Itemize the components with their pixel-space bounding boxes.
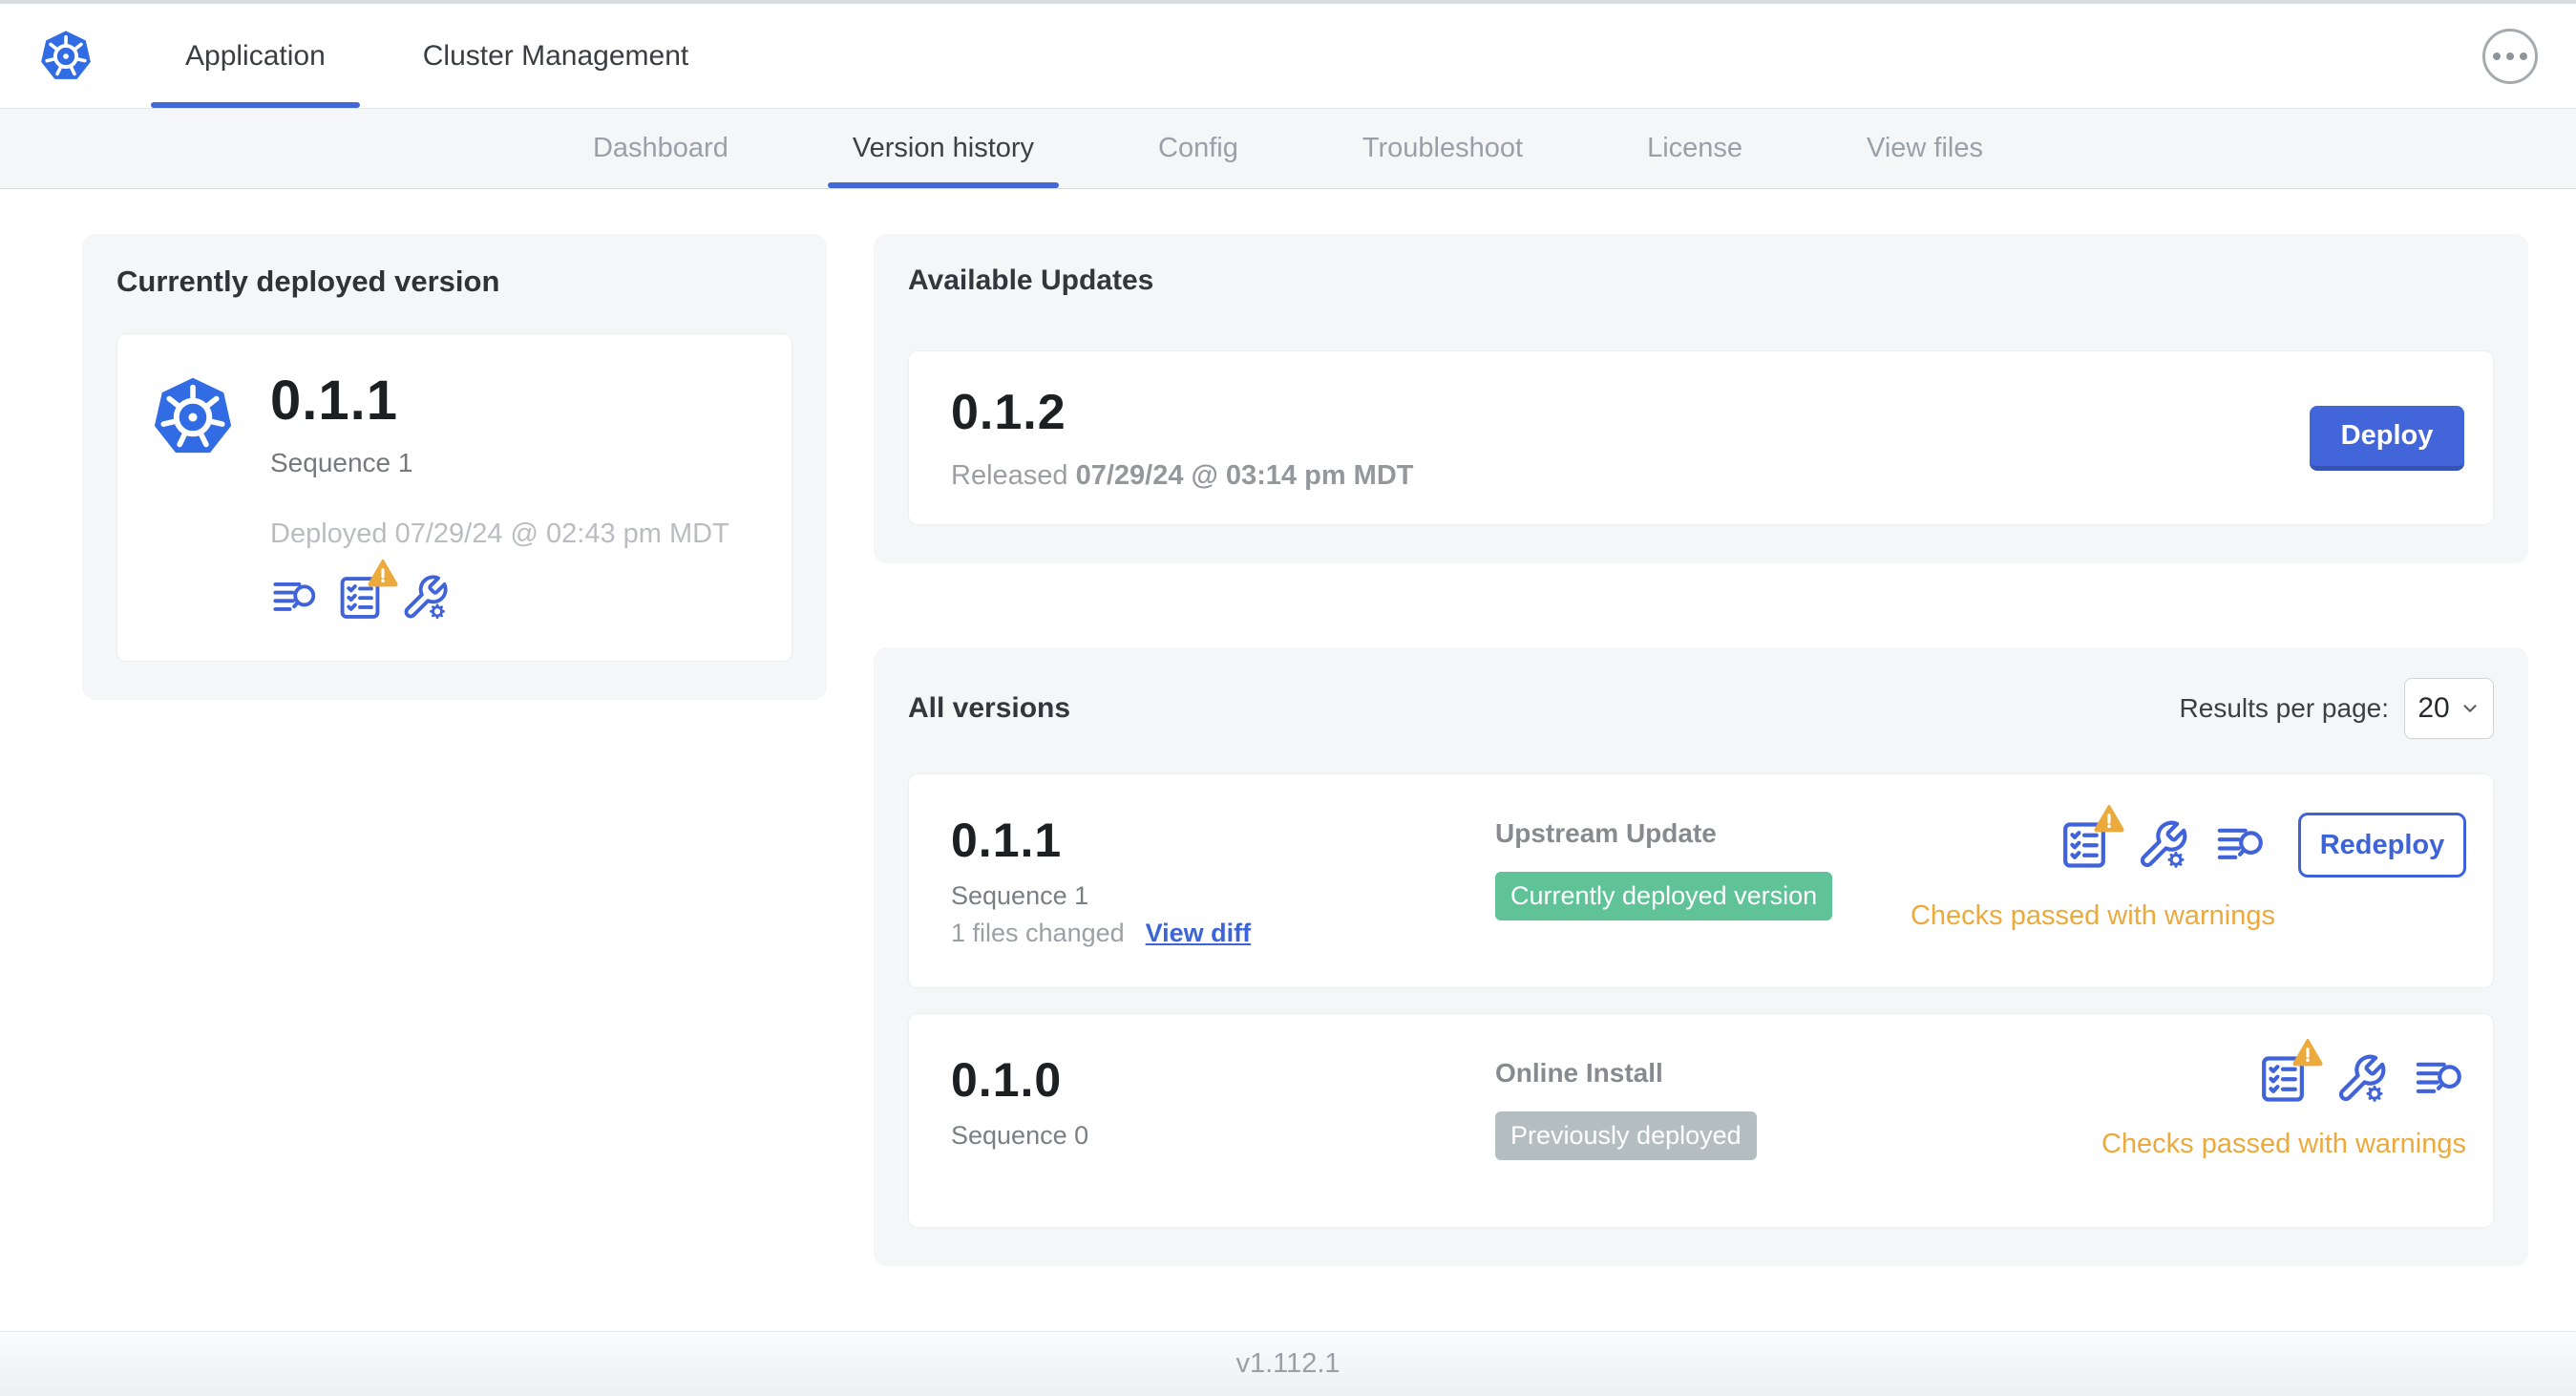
redeploy-button[interactable]: Redeploy	[2298, 813, 2466, 878]
app-footer: v1.112.1	[0, 1331, 2576, 1396]
row-sequence-label: Sequence 0	[951, 1121, 1089, 1150]
top-navigation-bar: Application Cluster Management	[0, 4, 2576, 109]
row-source-label: Upstream Update	[1495, 818, 1717, 848]
top-tabs: Application Cluster Management	[151, 4, 723, 108]
row-sequence-label: Sequence 1	[951, 881, 1089, 910]
config-wrench-gear-icon[interactable]	[2136, 818, 2189, 872]
console-version-label: v1.112.1	[1235, 1348, 1341, 1379]
diff-lines-magnifier-icon[interactable]	[270, 573, 320, 623]
results-per-page-select[interactable]: 20	[2404, 678, 2494, 739]
preflight-checklist-warning-icon[interactable]	[335, 559, 398, 623]
available-updates-panel: Available Updates 0.1.2 Released 07/29/2…	[874, 234, 2528, 563]
row-source-label: Online Install	[1495, 1058, 1663, 1088]
preflight-status-link[interactable]: Checks passed with warnings	[2101, 1129, 2466, 1160]
available-updates-title: Available Updates	[908, 264, 1154, 296]
subnav-tab-config[interactable]: Config	[1133, 109, 1263, 188]
update-released-timestamp: Released 07/29/24 @ 03:14 pm MDT	[951, 460, 1413, 492]
preflight-checklist-warning-icon[interactable]	[2256, 1038, 2323, 1106]
subnav-tab-license[interactable]: License	[1622, 109, 1767, 188]
all-versions-title: All versions	[908, 692, 1071, 724]
ellipsis-menu-icon[interactable]	[2482, 28, 2538, 84]
main-content: Currently deployed version 0.1.1 Sequenc…	[0, 189, 2576, 1266]
current-sequence-label: Sequence 1	[270, 448, 413, 477]
results-per-page-label: Results per page:	[2179, 693, 2389, 723]
warning-triangle-icon	[2094, 804, 2124, 833]
tab-cluster-management[interactable]: Cluster Management	[389, 4, 723, 108]
currently-deployed-panel: Currently deployed version 0.1.1 Sequenc…	[82, 234, 827, 700]
preflight-status-link[interactable]: Checks passed with warnings	[1911, 900, 2466, 932]
version-row-0-1-0: 0.1.0 Sequence 0 Online Install Previous…	[908, 1013, 2494, 1228]
currently-deployed-title: Currently deployed version	[116, 264, 500, 298]
diff-lines-magnifier-icon[interactable]	[2214, 818, 2268, 872]
available-update-row: 0.1.2 Released 07/29/24 @ 03:14 pm MDT D…	[908, 350, 2494, 525]
currently-deployed-badge: Currently deployed version	[1495, 872, 1833, 920]
preflight-checklist-warning-icon[interactable]	[2058, 804, 2124, 872]
row-version-number: 0.1.0	[951, 1053, 1063, 1107]
previously-deployed-badge: Previously deployed	[1495, 1111, 1757, 1160]
view-diff-link[interactable]: View diff	[1146, 919, 1252, 948]
results-per-page-value: 20	[2418, 692, 2450, 724]
diff-lines-magnifier-icon[interactable]	[2413, 1052, 2466, 1106]
update-version-number: 0.1.2	[951, 385, 1066, 440]
config-wrench-gear-icon[interactable]	[2334, 1052, 2388, 1106]
currently-deployed-card: 0.1.1 Sequence 1 Deployed 07/29/24 @ 02:…	[116, 333, 792, 662]
app-subnav: Dashboard Version history Config Trouble…	[0, 109, 2576, 189]
warning-triangle-icon	[368, 559, 398, 587]
current-version-number: 0.1.1	[270, 370, 398, 432]
all-versions-panel: All versions Results per page: 20 0.1.1 …	[874, 647, 2528, 1266]
current-deployed-timestamp: Deployed 07/29/24 @ 02:43 pm MDT	[270, 518, 729, 549]
deploy-button[interactable]: Deploy	[2310, 405, 2464, 471]
tab-application[interactable]: Application	[151, 4, 360, 108]
version-row-0-1-1: 0.1.1 Sequence 1 1 files changed View di…	[908, 773, 2494, 988]
subnav-tab-version-history[interactable]: Version history	[827, 109, 1060, 188]
released-date: 07/29/24 @ 03:14 pm MDT	[1075, 460, 1414, 491]
released-label: Released	[951, 460, 1068, 491]
current-version-actions	[270, 559, 729, 623]
subnav-tab-view-files[interactable]: View files	[1842, 109, 2008, 188]
subnav-tab-dashboard[interactable]: Dashboard	[568, 109, 753, 188]
warning-triangle-icon	[2292, 1038, 2323, 1067]
config-wrench-gear-icon[interactable]	[400, 573, 450, 623]
subnav-tab-troubleshoot[interactable]: Troubleshoot	[1338, 109, 1548, 188]
chevron-down-icon	[2463, 705, 2477, 712]
row-version-number: 0.1.1	[951, 814, 1063, 867]
files-changed-label: 1 files changed	[951, 919, 1125, 947]
kubernetes-app-icon	[150, 369, 236, 623]
kubernetes-logo-icon	[38, 4, 94, 108]
